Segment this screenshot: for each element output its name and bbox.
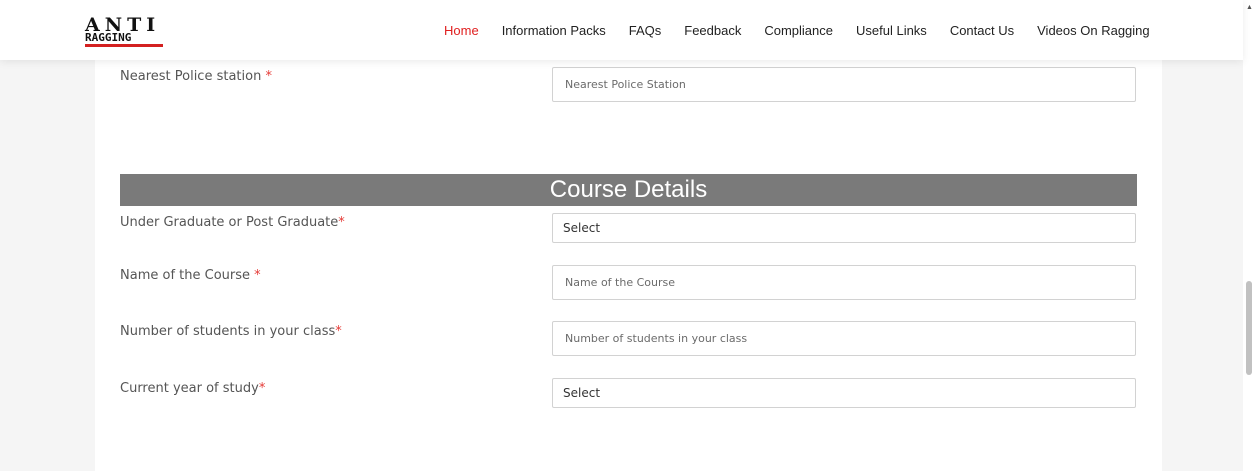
ug-pg-select-value: Select bbox=[563, 221, 601, 235]
required-marker: * bbox=[258, 381, 266, 396]
required-marker: * bbox=[335, 324, 342, 339]
scrollbar-track[interactable] bbox=[1243, 0, 1255, 471]
nav-useful-links[interactable]: Useful Links bbox=[856, 23, 927, 38]
main-nav: Home Information Packs FAQs Feedback Com… bbox=[444, 0, 1150, 60]
required-marker: * bbox=[338, 215, 345, 230]
police-station-label: Nearest Police station * bbox=[120, 69, 272, 84]
nav-information-packs[interactable]: Information Packs bbox=[502, 23, 606, 38]
ug-pg-label-text: Under Graduate or Post Graduate bbox=[120, 215, 339, 230]
year-select[interactable]: Select bbox=[552, 378, 1136, 408]
required-marker: * bbox=[265, 69, 272, 84]
nav-faqs[interactable]: FAQs bbox=[629, 23, 662, 38]
ug-pg-select[interactable]: Select bbox=[552, 213, 1136, 243]
students-label: Number of students in your class* bbox=[120, 324, 342, 339]
nav-home[interactable]: Home bbox=[444, 23, 479, 38]
site-header: ANTI RAGGING Home Information Packs FAQs… bbox=[0, 0, 1243, 60]
police-station-input[interactable] bbox=[552, 67, 1136, 102]
ug-pg-label: Under Graduate or Post Graduate* bbox=[120, 215, 345, 230]
course-name-label: Name of the Course * bbox=[120, 268, 261, 283]
scrollbar-thumb[interactable] bbox=[1246, 281, 1252, 375]
nav-feedback[interactable]: Feedback bbox=[684, 23, 741, 38]
course-name-input[interactable] bbox=[552, 265, 1136, 300]
year-label-text: Current year of study bbox=[120, 381, 259, 396]
year-select-value: Select bbox=[563, 386, 601, 400]
students-count-input[interactable] bbox=[552, 321, 1136, 356]
police-station-label-text: Nearest Police station bbox=[120, 69, 262, 84]
nav-contact-us[interactable]: Contact Us bbox=[950, 23, 1014, 38]
course-name-label-text: Name of the Course bbox=[120, 268, 250, 283]
required-marker: * bbox=[254, 268, 261, 283]
logo-underline bbox=[85, 44, 163, 47]
nav-compliance[interactable]: Compliance bbox=[764, 23, 833, 38]
nav-videos-on-ragging[interactable]: Videos On Ragging bbox=[1037, 23, 1150, 38]
scroll-up-arrow-icon[interactable]: ▲ bbox=[1246, 4, 1253, 11]
year-label: Current year of study* bbox=[120, 381, 265, 396]
students-label-text: Number of students in your class bbox=[120, 324, 336, 339]
site-logo[interactable]: ANTI RAGGING bbox=[85, 16, 163, 50]
logo-line-2: RAGGING bbox=[85, 31, 132, 44]
section-heading-course-details: Course Details bbox=[120, 174, 1137, 206]
